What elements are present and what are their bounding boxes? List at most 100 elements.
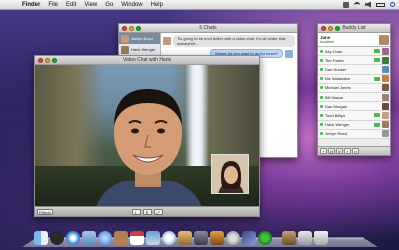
close-button[interactable] bbox=[38, 58, 43, 63]
video-camera-icon[interactable] bbox=[374, 76, 380, 81]
buddy-name: Nic Watanabe bbox=[325, 76, 350, 82]
conversation-item[interactable]: Jaclyn Boyd bbox=[119, 33, 160, 44]
zoom-button[interactable] bbox=[136, 26, 141, 31]
screen-share-icon[interactable]: ▭ bbox=[352, 148, 359, 154]
dashboard-icon[interactable] bbox=[50, 231, 64, 245]
end-call-button[interactable]: ✕ bbox=[142, 208, 152, 215]
menu-file[interactable]: File bbox=[48, 2, 58, 8]
buddy-rows: Ally Chan Tim Foster Dan Hooker Nic Wata… bbox=[318, 47, 390, 139]
buddy-row[interactable]: Nic Watanabe bbox=[318, 74, 390, 84]
imovie-icon[interactable] bbox=[194, 231, 208, 245]
itunes-icon[interactable] bbox=[162, 231, 176, 245]
buddy-list-titlebar[interactable]: Buddy List bbox=[318, 24, 390, 33]
ichat-icon[interactable] bbox=[98, 231, 112, 245]
video-camera-icon[interactable] bbox=[374, 58, 380, 63]
spotlight-icon[interactable] bbox=[390, 2, 395, 7]
avatar bbox=[163, 37, 171, 45]
avatar bbox=[382, 84, 389, 92]
buddy-name: Todd Billips bbox=[325, 112, 346, 118]
avatar bbox=[382, 111, 389, 119]
mail-icon[interactable] bbox=[82, 231, 96, 245]
buddy-row[interactable]: Jevlyn Reed bbox=[318, 129, 390, 139]
safari-icon[interactable] bbox=[66, 231, 80, 245]
time-machine-icon[interactable] bbox=[258, 231, 272, 245]
trash-icon[interactable] bbox=[314, 231, 328, 245]
avatar bbox=[121, 34, 129, 43]
avatar bbox=[121, 45, 129, 54]
minimize-button[interactable] bbox=[328, 26, 333, 31]
buddy-row[interactable]: Hank Wenger bbox=[318, 120, 390, 130]
close-button[interactable] bbox=[321, 26, 326, 31]
camera-icon[interactable]: ▪ bbox=[344, 148, 351, 154]
buddy-row[interactable]: Todd Billips bbox=[318, 111, 390, 121]
buddy-row[interactable]: Dan Morgan bbox=[318, 102, 390, 112]
buddy-row[interactable]: Dan Hooker bbox=[318, 65, 390, 75]
avatar bbox=[382, 47, 389, 55]
menu-window[interactable]: Window bbox=[121, 2, 142, 8]
spaces-icon[interactable] bbox=[242, 231, 256, 245]
buddy-row[interactable]: Tim Foster bbox=[318, 56, 390, 66]
add-icon[interactable]: + bbox=[320, 148, 327, 154]
online-status-icon bbox=[320, 86, 323, 90]
menu-extras bbox=[343, 1, 395, 8]
online-status-icon bbox=[320, 67, 323, 71]
video-window-titlebar[interactable]: Video Chat with Hank bbox=[35, 56, 259, 65]
zoom-button[interactable] bbox=[52, 58, 57, 63]
effects-button[interactable]: Effects bbox=[37, 209, 54, 215]
wifi-icon[interactable] bbox=[354, 1, 360, 8]
garageband-icon[interactable] bbox=[210, 231, 224, 245]
minimize-button[interactable] bbox=[45, 58, 50, 63]
menu-go[interactable]: Go bbox=[105, 2, 113, 8]
phone-icon[interactable]: ☏ bbox=[336, 148, 343, 154]
conversation-name: Hank Wenger bbox=[131, 47, 156, 52]
ical-icon[interactable] bbox=[130, 231, 144, 245]
dock-icons bbox=[34, 225, 366, 245]
iphoto-icon[interactable] bbox=[178, 231, 192, 245]
avatar bbox=[382, 102, 389, 110]
my-avatar[interactable] bbox=[379, 34, 389, 45]
local-video-preview[interactable] bbox=[211, 154, 249, 194]
fullscreen-button[interactable]: ⤢ bbox=[153, 208, 163, 215]
buddy-list-title: Buddy List bbox=[342, 25, 366, 31]
avatar bbox=[382, 121, 389, 129]
minimize-button[interactable] bbox=[129, 26, 134, 31]
my-status[interactable]: Jane Available bbox=[318, 33, 390, 47]
menu-app-name[interactable]: Finder bbox=[22, 2, 40, 8]
menu-help[interactable]: Help bbox=[151, 2, 163, 8]
bluetooth-icon[interactable] bbox=[343, 1, 349, 8]
buddy-row[interactable]: Michael Jones bbox=[318, 83, 390, 93]
video-camera-icon[interactable] bbox=[374, 49, 380, 54]
volume-icon[interactable] bbox=[365, 1, 371, 8]
documents-icon[interactable] bbox=[298, 231, 312, 245]
buddy-name: Ally Chan bbox=[325, 48, 343, 54]
menu-edit[interactable]: Edit bbox=[66, 2, 76, 8]
mute-button[interactable]: ◐ bbox=[131, 208, 141, 215]
stacks-icon[interactable] bbox=[282, 231, 296, 245]
my-availability[interactable]: Available bbox=[320, 40, 379, 44]
battery-icon[interactable] bbox=[376, 2, 385, 7]
conversation-item[interactable]: Hank Wenger bbox=[119, 44, 160, 55]
buddy-name: Jevlyn Reed bbox=[325, 131, 348, 137]
video-camera-icon[interactable] bbox=[374, 113, 380, 118]
video-camera-icon[interactable] bbox=[374, 122, 380, 127]
system-preferences-icon[interactable] bbox=[226, 231, 240, 245]
zoom-button[interactable] bbox=[335, 26, 340, 31]
at-icon[interactable]: @ bbox=[328, 148, 335, 154]
chat-window-titlebar[interactable]: 5 Chats bbox=[119, 24, 297, 33]
avatar bbox=[382, 130, 389, 138]
video-chat-window: Video Chat with Hank Effects ◐ ✕ ⤢ bbox=[34, 55, 260, 217]
video-controls: Effects ◐ ✕ ⤢ bbox=[35, 206, 259, 216]
online-status-icon bbox=[320, 95, 323, 99]
finder-icon[interactable] bbox=[34, 231, 48, 245]
preview-icon[interactable] bbox=[146, 231, 160, 245]
online-status-icon bbox=[320, 113, 323, 117]
address-book-icon[interactable] bbox=[114, 231, 128, 245]
message-bubble: Tis going to be a lot better with a vide… bbox=[173, 35, 295, 47]
buddy-name: Michael Jones bbox=[325, 85, 351, 91]
menu-view[interactable]: View bbox=[84, 2, 97, 8]
close-button[interactable] bbox=[122, 26, 127, 31]
online-status-icon bbox=[320, 132, 323, 136]
buddy-row[interactable]: Bill Hasan bbox=[318, 92, 390, 103]
buddy-row[interactable]: Ally Chan bbox=[318, 47, 390, 57]
avatar bbox=[285, 49, 293, 58]
